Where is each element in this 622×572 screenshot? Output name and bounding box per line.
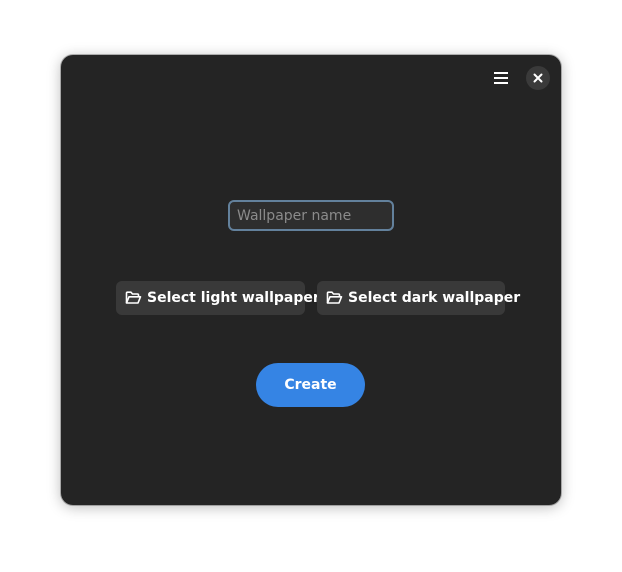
select-light-wallpaper-label: Select light wallpaper	[147, 290, 320, 306]
folder-open-icon	[326, 291, 343, 305]
header-controls	[486, 65, 550, 91]
create-button[interactable]: Create	[256, 363, 365, 407]
app-window: Select light wallpaper Select dark wallp…	[61, 55, 561, 505]
select-light-wallpaper-button[interactable]: Select light wallpaper	[116, 281, 320, 315]
select-dark-wallpaper-button[interactable]: Select dark wallpaper	[317, 281, 520, 315]
close-icon	[533, 73, 543, 83]
hamburger-menu-icon	[493, 71, 509, 85]
wallpaper-name-input[interactable]	[228, 200, 394, 231]
create-button-label: Create	[284, 377, 337, 393]
folder-open-icon	[125, 291, 142, 305]
close-button[interactable]	[526, 66, 550, 90]
main-menu-button[interactable]	[486, 65, 516, 91]
select-dark-wallpaper-label: Select dark wallpaper	[348, 290, 521, 306]
